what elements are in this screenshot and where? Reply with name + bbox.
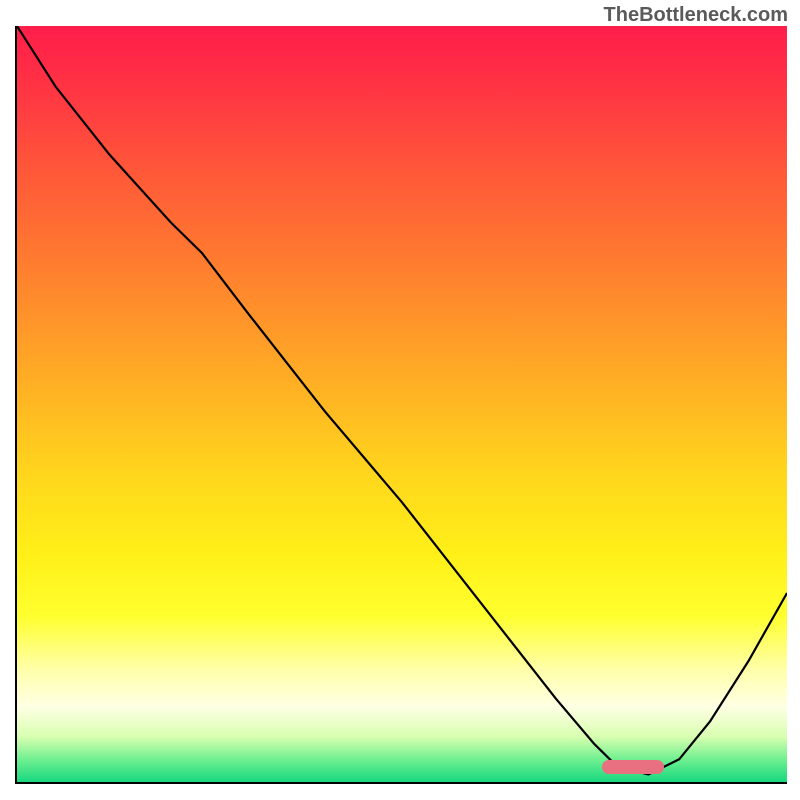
optimal-range-marker: [602, 760, 664, 774]
watermark-text: TheBottleneck.com: [604, 4, 788, 27]
bottleneck-curve-line: [17, 26, 787, 774]
chart-plot-area: [15, 26, 787, 784]
chart-svg: [17, 26, 787, 782]
